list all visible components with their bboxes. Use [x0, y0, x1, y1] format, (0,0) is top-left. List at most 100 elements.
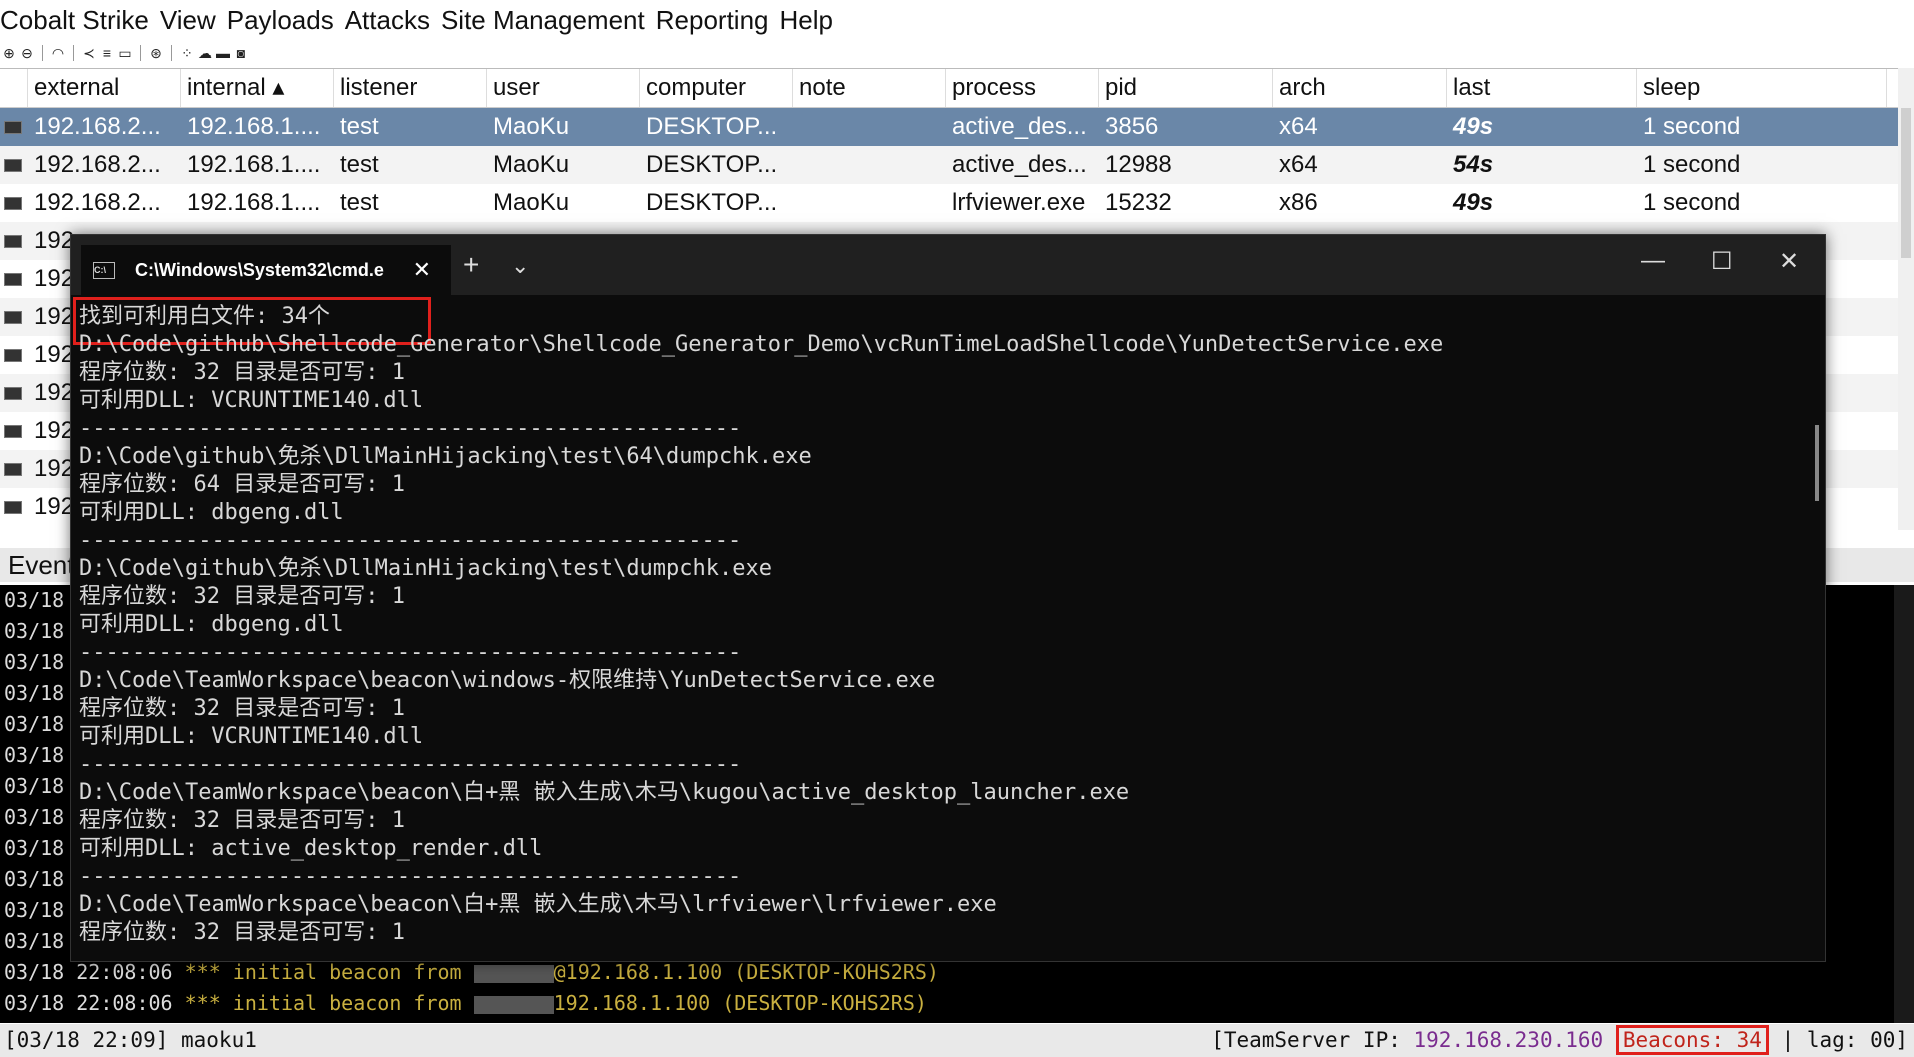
table-row[interactable]: 192.168.2... 192.168.1.... test MaoKu DESKTO…: [0, 108, 1898, 146]
header-pid[interactable]: pid: [1099, 69, 1273, 107]
menu-cobalt-strike[interactable]: Cobalt Strike: [0, 5, 149, 36]
teamserver-ip: 192.168.230.160: [1413, 1028, 1604, 1052]
event-computer: (DESKTOP-KOHS2RS): [734, 960, 939, 984]
menu-site-management[interactable]: Site Management: [441, 5, 645, 36]
cell-listener: test: [340, 113, 379, 140]
header-process[interactable]: process: [946, 69, 1099, 107]
cell-external: 192.168.2...: [34, 151, 161, 178]
beacon-computer-icon: [0, 310, 28, 324]
minus-circle-icon[interactable]: ⊖: [18, 44, 36, 62]
header-note[interactable]: note: [793, 69, 946, 107]
cmd-line: 程序位数: 32 目录是否可写: 1: [79, 584, 405, 609]
cell-last: 54s: [1453, 151, 1494, 178]
scrollbar-thumb[interactable]: [1901, 108, 1911, 258]
close-icon[interactable]: ✕: [1779, 247, 1799, 276]
close-tab-icon[interactable]: ✕: [413, 257, 431, 283]
cmd-titlebar[interactable]: C:\ C:\Windows\System32\cmd.e ✕ + ⌄ — ☐ …: [71, 235, 1825, 295]
header-arch[interactable]: arch: [1273, 69, 1447, 107]
header-external[interactable]: external: [28, 69, 181, 107]
beacon-computer-icon: [0, 272, 28, 286]
plus-circle-icon[interactable]: ⊕: [0, 44, 18, 62]
cell-computer: DESKTOP...: [646, 151, 778, 178]
header-icon-col: [0, 69, 28, 107]
monitor-glyph: [4, 272, 22, 286]
camera-icon[interactable]: ◙: [232, 44, 250, 62]
event-timestamp: 03/18 22:08:06: [4, 960, 173, 984]
beacon-computer-icon: [0, 158, 28, 172]
cmd-line: D:\Code\TeamWorkspace\beacon\windows-权限维…: [79, 668, 936, 693]
keyboard-icon[interactable]: ▬: [214, 44, 232, 62]
beacon-computer-icon: [0, 424, 28, 438]
header-last[interactable]: last: [1447, 69, 1637, 107]
event-host: @192.168.1.100: [553, 960, 723, 984]
table-row[interactable]: 192.168.2... 192.168.1.... test MaoKu DESKTO…: [0, 184, 1898, 222]
menu-view[interactable]: View: [160, 5, 216, 36]
beacon-count: Beacons: 34: [1615, 1025, 1769, 1055]
header-sleep[interactable]: sleep: [1637, 69, 1887, 107]
header-computer[interactable]: computer: [640, 69, 793, 107]
lag-indicator: | lag: 00]: [1781, 1028, 1908, 1052]
tab-label: Event: [8, 550, 75, 580]
new-tab-icon[interactable]: +: [463, 249, 479, 281]
cell-computer: DESKTOP...: [646, 189, 778, 216]
monitor-glyph: [4, 462, 22, 476]
monitor-glyph: [4, 386, 22, 400]
table-scrollbar[interactable]: [1898, 68, 1914, 530]
event-timestamp: 03/18 22:08:06: [4, 991, 173, 1015]
header-internal[interactable]: internal ▴: [181, 69, 334, 107]
monitor-icon[interactable]: ▭: [116, 44, 134, 62]
toolbar-separator: [171, 45, 172, 61]
monitor-glyph: [4, 310, 22, 324]
table-row[interactable]: 192.168.2... 192.168.1.... test MaoKu DESKTO…: [0, 146, 1898, 184]
status-right: [TeamServer IP: 192.168.230.160 Beacons:…: [1211, 1024, 1908, 1057]
cmd-line: 程序位数: 32 目录是否可写: 1: [79, 808, 405, 833]
beacon-computer-icon: [0, 120, 28, 134]
status-prompt: [03/18 22:09] maoku1: [4, 1028, 257, 1052]
cell-external: 192.168.2...: [34, 113, 161, 140]
event-log-scrollbar[interactable]: [1894, 585, 1914, 1023]
dots-icon[interactable]: ⁘: [178, 44, 196, 62]
cmd-line: 程序位数: 64 目录是否可写: 1: [79, 472, 405, 497]
cmd-line: ----------------------------------------…: [79, 752, 742, 777]
monitor-glyph: [4, 424, 22, 438]
header-listener[interactable]: listener: [334, 69, 487, 107]
cmd-line: ----------------------------------------…: [79, 640, 742, 665]
cmd-line: D:\Code\TeamWorkspace\beacon\白+黑 嵌入生成\木马…: [79, 780, 1130, 805]
cloud-icon[interactable]: ☁: [196, 44, 214, 62]
cmd-line: 可利用DLL: VCRUNTIME140.dll: [79, 724, 424, 749]
minimize-icon[interactable]: —: [1641, 247, 1665, 275]
menu-help[interactable]: Help: [779, 5, 832, 36]
cell-process: lrfviewer.exe: [952, 189, 1086, 216]
chevron-down-icon[interactable]: ⌄: [511, 253, 529, 279]
share-icon[interactable]: ≺: [80, 44, 98, 62]
list-icon[interactable]: ≡: [98, 44, 116, 62]
status-bar: [03/18 22:09] maoku1 [TeamServer IP: 192…: [0, 1024, 1914, 1057]
cell-process: active_des...: [952, 113, 1087, 140]
cell-arch: x64: [1279, 113, 1318, 140]
cmd-scrollbar[interactable]: [1815, 425, 1819, 501]
cmd-line: ----------------------------------------…: [79, 416, 742, 441]
cmd-tab-title: C:\Windows\System32\cmd.e: [135, 259, 384, 280]
cmd-line: 可利用DLL: dbgeng.dll: [79, 500, 344, 525]
menubar: Cobalt Strike View Payloads Attacks Site…: [0, 0, 1914, 40]
header-user[interactable]: user: [487, 69, 640, 107]
menu-payloads[interactable]: Payloads: [227, 5, 334, 36]
cell-user: MaoKu: [493, 113, 570, 140]
cell-pid: 12988: [1105, 151, 1172, 178]
headphones-icon[interactable]: ◠: [49, 44, 67, 62]
redacted-username: [473, 995, 554, 1014]
result-summary: 找到可利用白文件: 34个: [79, 304, 330, 329]
cmd-tab[interactable]: C:\ C:\Windows\System32\cmd.e ✕: [81, 245, 451, 295]
cell-arch: x64: [1279, 151, 1318, 178]
maximize-icon[interactable]: ☐: [1711, 247, 1733, 276]
cmd-line: ----------------------------------------…: [79, 864, 742, 889]
cell-pid: 3856: [1105, 113, 1159, 140]
menu-attacks[interactable]: Attacks: [345, 5, 430, 36]
cell-last: 49s: [1453, 113, 1494, 140]
globe-icon[interactable]: ⊛: [147, 44, 165, 62]
cmd-output: 找到可利用白文件: 34个 D:\Code\github\Shellcode_Ge…: [79, 303, 1443, 947]
event-marker: ***: [184, 991, 221, 1015]
cmd-window[interactable]: C:\ C:\Windows\System32\cmd.e ✕ + ⌄ — ☐ …: [70, 234, 1826, 962]
cmd-line: D:\Code\TeamWorkspace\beacon\白+黑 嵌入生成\木马…: [79, 892, 997, 917]
menu-reporting[interactable]: Reporting: [656, 5, 769, 36]
